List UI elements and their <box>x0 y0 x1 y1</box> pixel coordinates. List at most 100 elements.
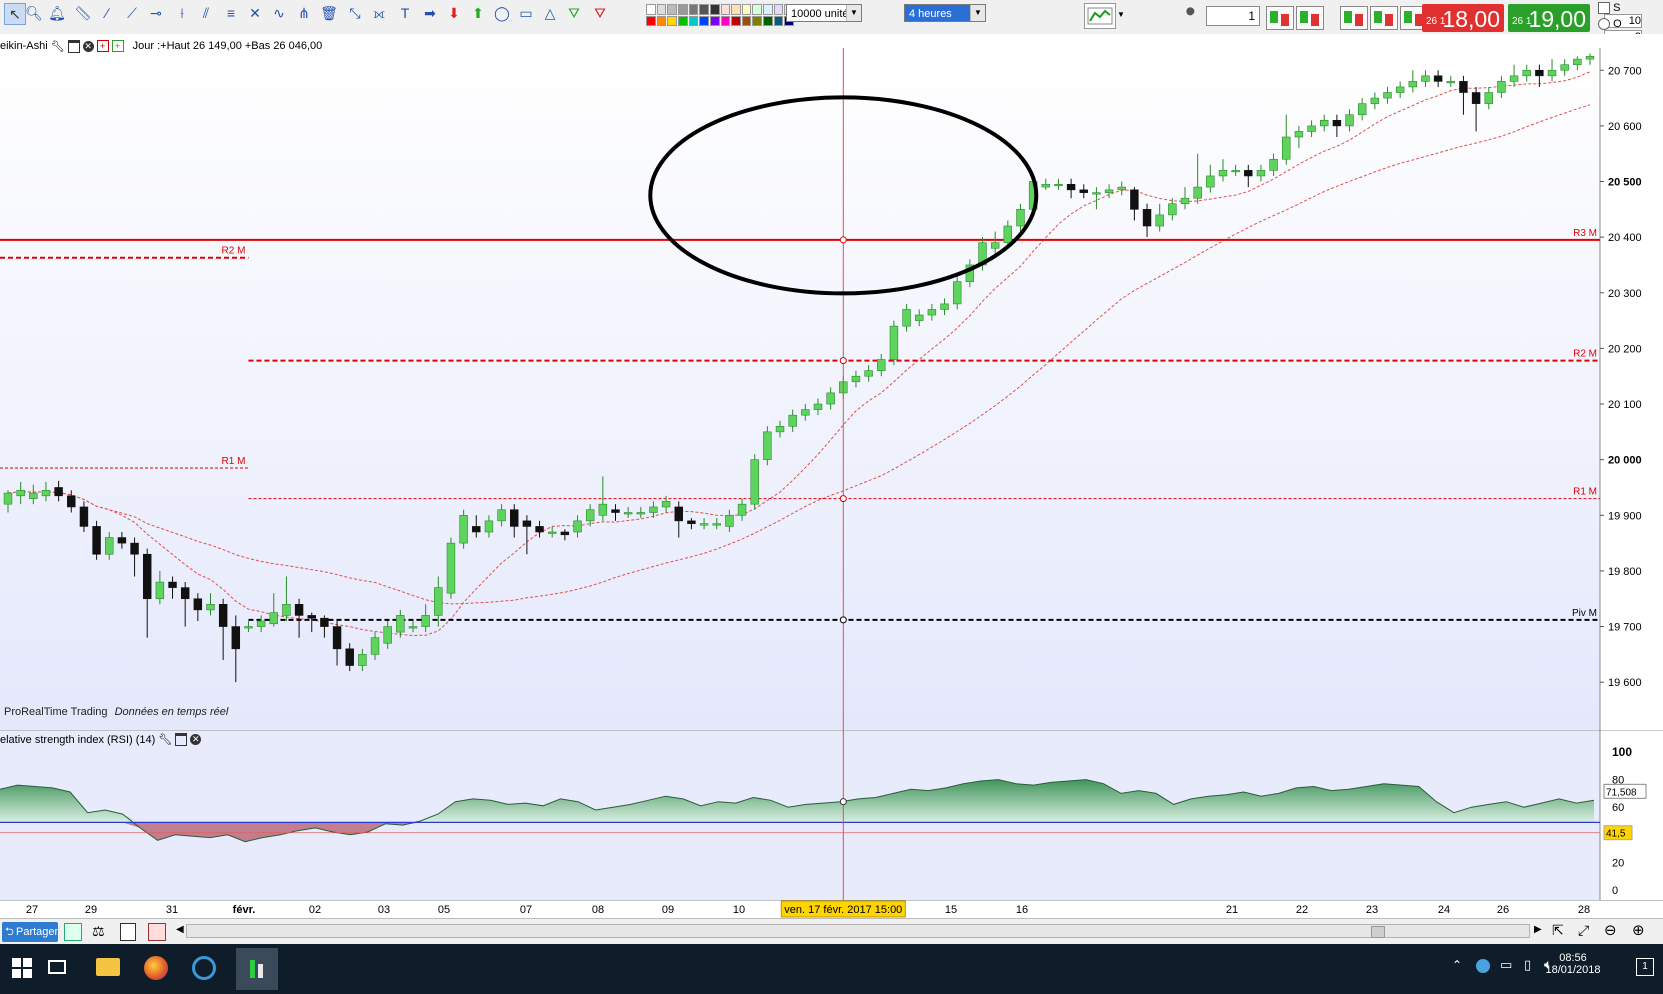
candle[interactable] <box>446 537 456 599</box>
palette-swatch[interactable] <box>688 15 699 26</box>
buy-limit-button[interactable] <box>1340 6 1368 30</box>
rectangle-icon[interactable]: ▭ <box>516 3 536 23</box>
window-icon[interactable] <box>175 733 188 746</box>
palette-swatch[interactable] <box>677 4 688 15</box>
text-icon[interactable]: T <box>395 3 415 23</box>
wrench-icon[interactable]: 🔧︎ <box>158 733 172 746</box>
trash-icon[interactable]: 🗑︎ <box>319 3 339 23</box>
candle[interactable] <box>889 320 899 366</box>
zoom-fit-icon[interactable]: ⤢ <box>1578 922 1589 939</box>
trend-line-icon[interactable]: ⟋ <box>122 3 142 23</box>
chart-type-dropdown[interactable]: ▼ <box>1115 3 1129 27</box>
close-icon[interactable]: ✕ <box>82 40 94 52</box>
palette-swatch[interactable] <box>677 15 688 26</box>
palette-swatch[interactable] <box>773 4 784 15</box>
color-palette[interactable] <box>646 4 794 26</box>
arrows-icon[interactable]: ⤡ <box>345 3 365 23</box>
window-icon[interactable] <box>67 39 80 53</box>
sell-market-button[interactable] <box>1296 6 1324 30</box>
palette-swatch[interactable] <box>741 15 752 26</box>
fibonacci-icon[interactable]: ≡ <box>221 3 241 23</box>
chevron-down-icon[interactable]: ▼ <box>846 5 861 21</box>
list-icon[interactable] <box>120 923 136 941</box>
indicators-icon[interactable] <box>64 923 82 941</box>
candle[interactable] <box>459 509 468 549</box>
share-button[interactable]: ⮌ Partager <box>2 922 58 942</box>
settings-wrench-button[interactable] <box>1180 7 1200 27</box>
wrench-icon[interactable]: 🔧︎ <box>51 40 65 53</box>
horizontal-line-icon[interactable]: ⊸ <box>146 3 166 23</box>
triangle-icon[interactable]: △ <box>540 3 560 23</box>
zoom-icon[interactable]: 🔍︎ <box>24 3 44 23</box>
palette-swatch[interactable] <box>731 4 741 15</box>
radio-o[interactable] <box>1598 18 1610 31</box>
palette-swatch[interactable] <box>731 15 741 26</box>
order-icon[interactable]: + <box>111 40 124 52</box>
sell-price-button[interactable]: 26 1 18,00 <box>1422 4 1504 32</box>
palette-swatch[interactable] <box>720 15 731 26</box>
compare-icon[interactable]: ⚖︎ <box>92 923 105 940</box>
cursor-icon[interactable]: ↖ <box>4 3 26 25</box>
candle[interactable] <box>750 454 759 510</box>
battery-icon[interactable]: ▯ <box>1524 957 1531 973</box>
zoom-in-icon[interactable]: ⊕ <box>1632 921 1645 939</box>
fib-fan-icon[interactable]: ⟗ <box>369 3 389 23</box>
buy-price-button[interactable]: 26 1 19,00 <box>1508 4 1590 32</box>
chart-scrollbar[interactable] <box>186 924 1530 938</box>
lasso-icon[interactable]: ◯ <box>492 3 512 23</box>
palette-swatch[interactable] <box>763 4 773 15</box>
ruler-icon[interactable]: 📏︎ <box>73 3 93 23</box>
zoom-out-icon[interactable]: ⊖ <box>1604 921 1617 939</box>
browser-icon[interactable] <box>192 956 216 980</box>
position-icon[interactable]: + <box>96 40 109 52</box>
notifications-icon[interactable]: 1 <box>1636 958 1654 976</box>
line-icon[interactable]: ∕ <box>97 3 117 23</box>
palette-swatch[interactable] <box>667 4 677 15</box>
bell-icon[interactable]: 🔔︎ <box>47 3 67 23</box>
table-icon[interactable] <box>148 923 166 941</box>
palette-swatch[interactable] <box>656 4 667 15</box>
elliott-icon[interactable]: ∿ <box>269 3 289 23</box>
taskbar-clock[interactable]: 08:56 18/01/2018 <box>1533 952 1613 976</box>
close-icon[interactable]: ✕ <box>190 734 202 745</box>
price-chart[interactable]: 20 700 20 600 20 500 20 400 20 300 20 200 20 1… <box>0 34 1663 730</box>
task-view-icon[interactable] <box>48 960 66 974</box>
channel-icon[interactable]: ⫽ <box>196 3 216 23</box>
palette-swatch[interactable] <box>656 15 667 26</box>
checkbox-s[interactable] <box>1598 2 1610 15</box>
chevron-up-icon[interactable]: ⌃ <box>1452 958 1462 972</box>
rsi-chart[interactable]: 10080604020071,50841,5 <box>0 730 1663 900</box>
palette-swatch[interactable] <box>709 4 720 15</box>
pitchfork-icon[interactable]: ⋔ <box>294 3 314 23</box>
candle[interactable] <box>92 520 101 560</box>
gann-icon[interactable]: ✕ <box>245 3 265 23</box>
palette-swatch[interactable] <box>752 15 763 26</box>
palette-swatch[interactable] <box>763 15 773 26</box>
chevron-left-icon[interactable]: ◀ <box>176 924 184 935</box>
buy-signal-icon[interactable]: ⛛ <box>564 3 584 23</box>
palette-swatch[interactable] <box>741 4 752 15</box>
order-quantity-input[interactable]: 1 <box>1206 6 1260 26</box>
scrollbar-thumb[interactable] <box>1371 926 1385 938</box>
arrow-up-icon[interactable]: ⬆ <box>468 3 488 23</box>
prorealtime-icon[interactable] <box>236 948 278 990</box>
chart-type-button[interactable] <box>1084 3 1116 29</box>
palette-swatch[interactable] <box>699 15 709 26</box>
palette-swatch[interactable] <box>752 4 763 15</box>
buy-market-button[interactable] <box>1266 6 1294 30</box>
palette-swatch[interactable] <box>646 15 656 26</box>
chevron-right-icon[interactable]: ▶ <box>1534 924 1542 935</box>
chevron-down-icon[interactable]: ▼ <box>970 5 985 21</box>
windows-start-icon[interactable] <box>12 958 32 978</box>
sell-signal-icon[interactable]: ⛛ <box>590 3 610 23</box>
palette-swatch[interactable] <box>646 4 656 15</box>
autoscale-icon[interactable]: ⇱ <box>1552 922 1564 939</box>
weather-icon[interactable] <box>1476 959 1490 973</box>
firefox-icon[interactable] <box>144 956 168 980</box>
palette-swatch[interactable] <box>688 4 699 15</box>
sell-limit-button[interactable] <box>1370 6 1398 30</box>
palette-swatch[interactable] <box>667 15 677 26</box>
palette-swatch[interactable] <box>699 4 709 15</box>
time-axis[interactable]: 272931févr.02030507080910121415162122232… <box>0 900 1663 918</box>
vertical-line-icon[interactable]: ⟊ <box>172 3 192 23</box>
